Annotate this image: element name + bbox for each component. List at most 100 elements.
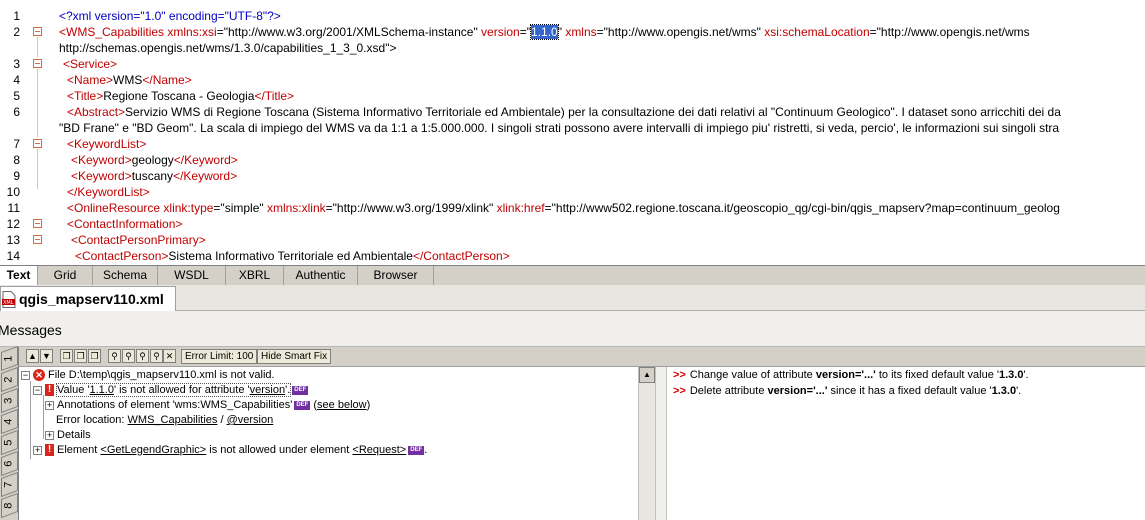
hide-smart-fix-button[interactable]: Hide Smart Fix [257,349,332,364]
message-row-annotations[interactable]: + Annotations of element 'wms:WMS_Capabil… [45,398,370,413]
collapse-up-icon[interactable]: ▲ [26,349,39,363]
xml-text-editor[interactable]: 1 2 3 4 5 6 7 8 9 10 11 12 13 14 <?xml v… [0,0,1145,265]
find-previous-icon[interactable]: ⚲ [136,349,149,363]
tab-browser[interactable]: Browser [358,266,434,286]
definition-badge-icon[interactable]: DEF [292,385,309,395]
tag: <OnlineResource [67,201,161,215]
validation-messages-tree[interactable]: − ✕ File D:\temp\qgis_mapserv110.xml is no… [19,367,638,520]
document-tab[interactable]: XML qgis_mapserv110.xml [0,286,176,311]
line-number: 7 [13,137,20,151]
value-link[interactable]: 1.1.0 [89,384,113,396]
document-tab-bar: XML qgis_mapserv110.xml [0,285,1145,311]
fix-text: '. [1023,369,1029,381]
tab-text[interactable]: Text [0,266,38,286]
line-number: 9 [13,169,20,183]
definition-badge-icon[interactable]: DEF [408,445,425,455]
fold-collapse-icon[interactable] [33,59,42,68]
attr-name: xlink:type [160,201,214,215]
attr-name: xmlns [565,25,597,39]
line-number: 12 [6,217,20,231]
expand-icon[interactable]: + [33,445,42,455]
attribute-location-link[interactable]: @version [227,414,274,426]
copy-messages-icon[interactable]: ❐ [88,349,101,363]
see-below-link[interactable]: see below [317,399,367,411]
text: tuscany [131,169,174,183]
fold-collapse-icon[interactable] [33,235,42,244]
line-number: 11 [7,201,20,215]
message-tab-8[interactable]: 8 [1,492,18,519]
tag: <Abstract> [67,105,126,119]
tag: </KeywordList> [67,185,150,199]
copy-message-icon[interactable]: ❐ [60,349,73,363]
code-line-3: <Service> [63,56,117,72]
attr-value: ="http://www502.regione.toscana.it/geosc… [544,201,1060,215]
scroll-up-icon[interactable]: ▲ [639,367,655,383]
line-number: 8 [13,153,20,167]
code-line-8: <Keyword>geology</Keyword> [71,152,238,168]
tab-xbrl[interactable]: XBRL [226,266,284,286]
message-text: Annotations of element 'wms:WMS_Capabili… [57,399,293,411]
line-number: 2 [13,25,20,39]
message-text: File D:\temp\qgis_mapserv110.xml is not … [48,369,275,381]
smart-fix-panel: >> Change value of attribute version='...… [667,367,1145,520]
message-tab-label: 7 [3,481,15,488]
smart-fix-change-value[interactable]: >> Change value of attribute version='...… [673,368,1029,383]
message-text: ' is not allowed for attribute ' [113,384,250,396]
tab-authentic[interactable]: Authentic [284,266,358,286]
parent-element-link[interactable]: <Request> [352,444,406,456]
element-link[interactable]: <GetLegendGraphic> [100,444,206,456]
message-text: Error location: [56,414,128,426]
definition-badge-icon[interactable]: DEF [294,400,311,410]
code-line-2-wrap: http://schemas.opengis.net/wms/1.3.0/cap… [59,40,396,56]
tab-schema[interactable]: Schema [93,266,158,286]
attr-value: ="http://www.w3.org/1999/xlink" [325,201,497,215]
expand-icon[interactable]: + [45,430,54,440]
fold-collapse-icon[interactable] [33,27,42,36]
attribute-link[interactable]: version [250,384,285,396]
code-line-11: <OnlineResource xlink:type="simple" xmln… [67,200,1060,216]
attr-name: xmlns:xsi [164,25,217,39]
tab-grid[interactable]: Grid [38,266,93,286]
line-number: 1 [13,9,20,23]
expand-down-icon[interactable]: ▼ [40,349,53,363]
element-location-link[interactable]: WMS_Capabilities [128,414,218,426]
line-gutter: 1 2 3 4 5 6 7 8 9 10 11 12 13 14 [0,0,44,265]
error-circle-icon: ✕ [33,369,45,382]
tree-guide [30,381,31,459]
xml-declaration: <?xml version="1.0" encoding="UTF-8"?> [59,9,281,23]
code-line-4: <Name>WMS</Name> [67,72,192,88]
smart-fix-delete-attribute[interactable]: >> Delete attribute version='...' since i… [673,384,1021,399]
tab-wsdl[interactable]: WSDL [158,266,226,286]
message-row-file-invalid[interactable]: − ✕ File D:\temp\qgis_mapserv110.xml is no… [21,368,275,383]
clear-icon[interactable]: ✕ [163,349,176,363]
error-limit-button[interactable]: Error Limit: 100 [181,349,258,364]
message-tab-label: 1 [3,355,15,362]
tree-guide [43,395,44,439]
expand-icon[interactable]: + [45,400,54,410]
collapse-icon[interactable]: − [33,385,42,395]
collapse-icon[interactable]: − [21,370,30,380]
selected-text[interactable]: 1.1.0 [530,24,559,40]
message-row-error-location: Error location: WMS_Capabilities / @vers… [56,413,273,428]
fix-text: to its fixed default value ' [875,369,999,381]
panel-splitter[interactable] [655,367,667,520]
attr-value: ="simple" [213,201,267,215]
copy-all-icon[interactable]: ❐ [74,349,87,363]
message-row-element-not-allowed[interactable]: +! Element <GetLegendGraphic> is not allo… [33,443,427,458]
vertical-scrollbar[interactable]: ▲ [638,367,655,520]
message-tab-label: 4 [3,418,15,425]
message-row-details[interactable]: + Details [45,428,91,443]
code-line-1: <?xml version="1.0" encoding="UTF-8"?> [59,8,281,24]
attr-name: xsi:schemaLocation [764,25,870,39]
fold-guide [37,149,38,189]
fold-collapse-icon[interactable] [33,139,42,148]
message-row-value-not-allowed[interactable]: −! Value '1.1.0' is not allowed for attri… [33,383,309,398]
text: Servizio WMS di Regione Toscana (Sistema… [125,105,1061,119]
find-icon[interactable]: ⚲ [108,349,121,363]
code-line-13: <ContactPersonPrimary> [71,232,206,248]
fold-collapse-icon[interactable] [33,219,42,228]
message-text: / [217,414,227,426]
find-next-icon[interactable]: ⚲ [122,349,135,363]
tag: <Service> [63,57,118,71]
filter-icon[interactable]: ⚲ [150,349,163,363]
